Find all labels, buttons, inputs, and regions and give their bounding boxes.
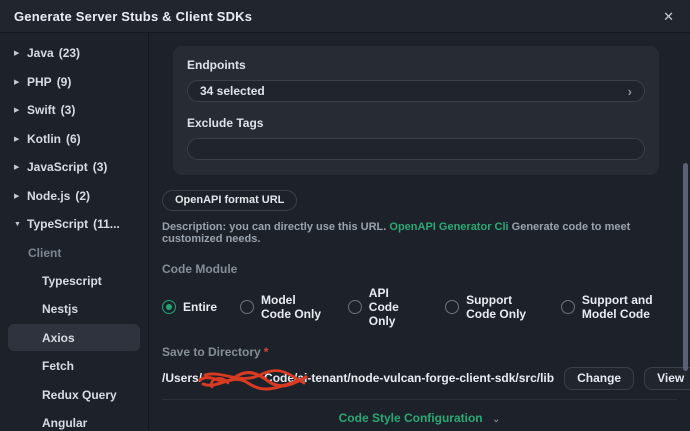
radio-support-and-model-code[interactable]: Support and Model Code (561, 293, 677, 321)
sidebar-item-label: Node.js (27, 189, 70, 203)
code-module-label: Code Module (162, 262, 677, 276)
radio-label: Model Code Only (261, 293, 325, 321)
sidebar-item-label: Kotlin (27, 132, 61, 146)
sidebar-item-javascript[interactable]: ▶ JavaScript (3) (0, 153, 148, 182)
sidebar-item-label: PHP (27, 75, 52, 89)
main-panel: Endpoints 34 selected › Exclude Tags Ope… (149, 33, 690, 430)
close-icon[interactable]: ✕ (663, 10, 674, 23)
sidebar-item-label: Java (27, 46, 54, 60)
language-sidebar: ▶ Java (23) ▶ PHP (9) ▶ Swift (3) ▶ Kotl… (0, 33, 149, 430)
change-button[interactable]: Change (564, 367, 634, 390)
sidebar-subitem-label: Axios (42, 331, 75, 345)
sidebar-subitem-label: Angular (42, 416, 87, 430)
chevron-right-icon: › (628, 85, 632, 98)
sidebar-item-count: (23) (59, 46, 80, 60)
sidebar-item-count: (11... (93, 217, 120, 231)
endpoints-label: Endpoints (187, 58, 645, 72)
endpoints-select[interactable]: 34 selected › (187, 80, 645, 102)
sidebar-item-label: TypeScript (27, 217, 88, 231)
chevron-right-icon: ▶ (14, 135, 27, 143)
openapi-generator-cli-link[interactable]: OpenAPI Generator Cli (389, 221, 508, 233)
code-style-configuration: Code Style Configuration ⌄ (162, 411, 677, 425)
directory-path: /Users/ Code/ai-tenant/node-vulcan-forge… (162, 371, 554, 386)
radio-icon (240, 300, 254, 314)
save-directory-label: Save to Directory* (162, 345, 677, 359)
chevron-down-icon: ⌄ (492, 414, 500, 425)
code-style-configuration-link[interactable]: Code Style Configuration (339, 411, 483, 425)
openapi-format-url-button[interactable]: OpenAPI format URL (162, 190, 297, 211)
sidebar-item-fetch[interactable]: Fetch (8, 353, 140, 380)
sidebar-item-typescript-client[interactable]: Typescript (8, 267, 140, 294)
sidebar-item-axios[interactable]: Axios (8, 324, 140, 351)
radio-icon (561, 300, 575, 314)
radio-icon (445, 300, 459, 314)
chevron-right-icon: ▶ (14, 163, 27, 171)
chevron-right-icon: ▶ (14, 192, 27, 200)
sidebar-item-nodejs[interactable]: ▶ Node.js (2) (0, 182, 148, 211)
sidebar-item-count: (6) (66, 132, 81, 146)
radio-icon (162, 300, 176, 314)
sidebar-subitem-label: Typescript (42, 274, 102, 288)
chevron-right-icon: ▶ (14, 49, 27, 57)
radio-label: Entire (183, 300, 217, 314)
path-prefix: /Users/ (162, 371, 202, 385)
vertical-scrollbar[interactable] (683, 163, 688, 371)
save-directory-row: /Users/ Code/ai-tenant/node-vulcan-forge… (162, 367, 677, 390)
exclude-tags-input[interactable] (187, 138, 645, 160)
sidebar-item-java[interactable]: ▶ Java (23) (0, 39, 148, 68)
endpoints-panel: Endpoints 34 selected › Exclude Tags (173, 46, 659, 175)
sidebar-subitem-label: Redux Query (42, 388, 117, 402)
sidebar-item-typescript[interactable]: ▼ TypeScript (11... (0, 210, 148, 239)
sidebar-item-angular[interactable]: Angular (8, 410, 140, 431)
radio-support-code-only[interactable]: Support Code Only (445, 293, 538, 321)
path-suffix: Code/ai-tenant/node-vulcan-forge-client-… (264, 371, 554, 385)
sidebar-item-count: (3) (61, 103, 76, 117)
radio-api-code-only[interactable]: API Code Only (348, 286, 422, 328)
sidebar-item-php[interactable]: ▶ PHP (9) (0, 68, 148, 97)
radio-label: Support and Model Code (582, 293, 677, 321)
chevron-down-icon: ▼ (14, 221, 27, 228)
radio-label: Support Code Only (466, 293, 538, 321)
radio-icon (348, 300, 362, 314)
description-text: Description: you can directly use this U… (162, 221, 677, 245)
modal-title: Generate Server Stubs & Client SDKs (14, 9, 252, 24)
radio-entire[interactable]: Entire (162, 300, 217, 314)
sidebar-group-client: Client (0, 239, 148, 268)
redacted-username (202, 372, 264, 386)
required-asterisk: * (264, 345, 269, 359)
sidebar-subitem-label: Nestjs (42, 302, 78, 316)
sidebar-item-label: JavaScript (27, 160, 88, 174)
exclude-tags-label: Exclude Tags (187, 116, 645, 130)
sidebar-item-count: (3) (93, 160, 108, 174)
description-prefix: Description: you can directly use this U… (162, 221, 389, 233)
sidebar-item-redux-query[interactable]: Redux Query (8, 381, 140, 408)
sidebar-item-swift[interactable]: ▶ Swift (3) (0, 96, 148, 125)
sidebar-item-count: (9) (57, 75, 72, 89)
modal-body: ▶ Java (23) ▶ PHP (9) ▶ Swift (3) ▶ Kotl… (0, 33, 690, 430)
modal-titlebar: Generate Server Stubs & Client SDKs ✕ (0, 0, 690, 33)
code-module-options: Entire Model Code Only API Code Only Sup… (162, 286, 677, 328)
chevron-right-icon: ▶ (14, 106, 27, 114)
radio-label: API Code Only (369, 286, 422, 328)
endpoints-value: 34 selected (200, 84, 265, 98)
sidebar-subitem-label: Fetch (42, 359, 74, 373)
radio-model-code-only[interactable]: Model Code Only (240, 293, 325, 321)
save-directory-label-text: Save to Directory (162, 345, 261, 359)
sidebar-item-label: Swift (27, 103, 56, 117)
sidebar-item-nestjs[interactable]: Nestjs (8, 296, 140, 323)
sidebar-item-kotlin[interactable]: ▶ Kotlin (6) (0, 125, 148, 154)
divider (162, 399, 677, 400)
sidebar-item-count: (2) (75, 189, 90, 203)
chevron-right-icon: ▶ (14, 78, 27, 86)
